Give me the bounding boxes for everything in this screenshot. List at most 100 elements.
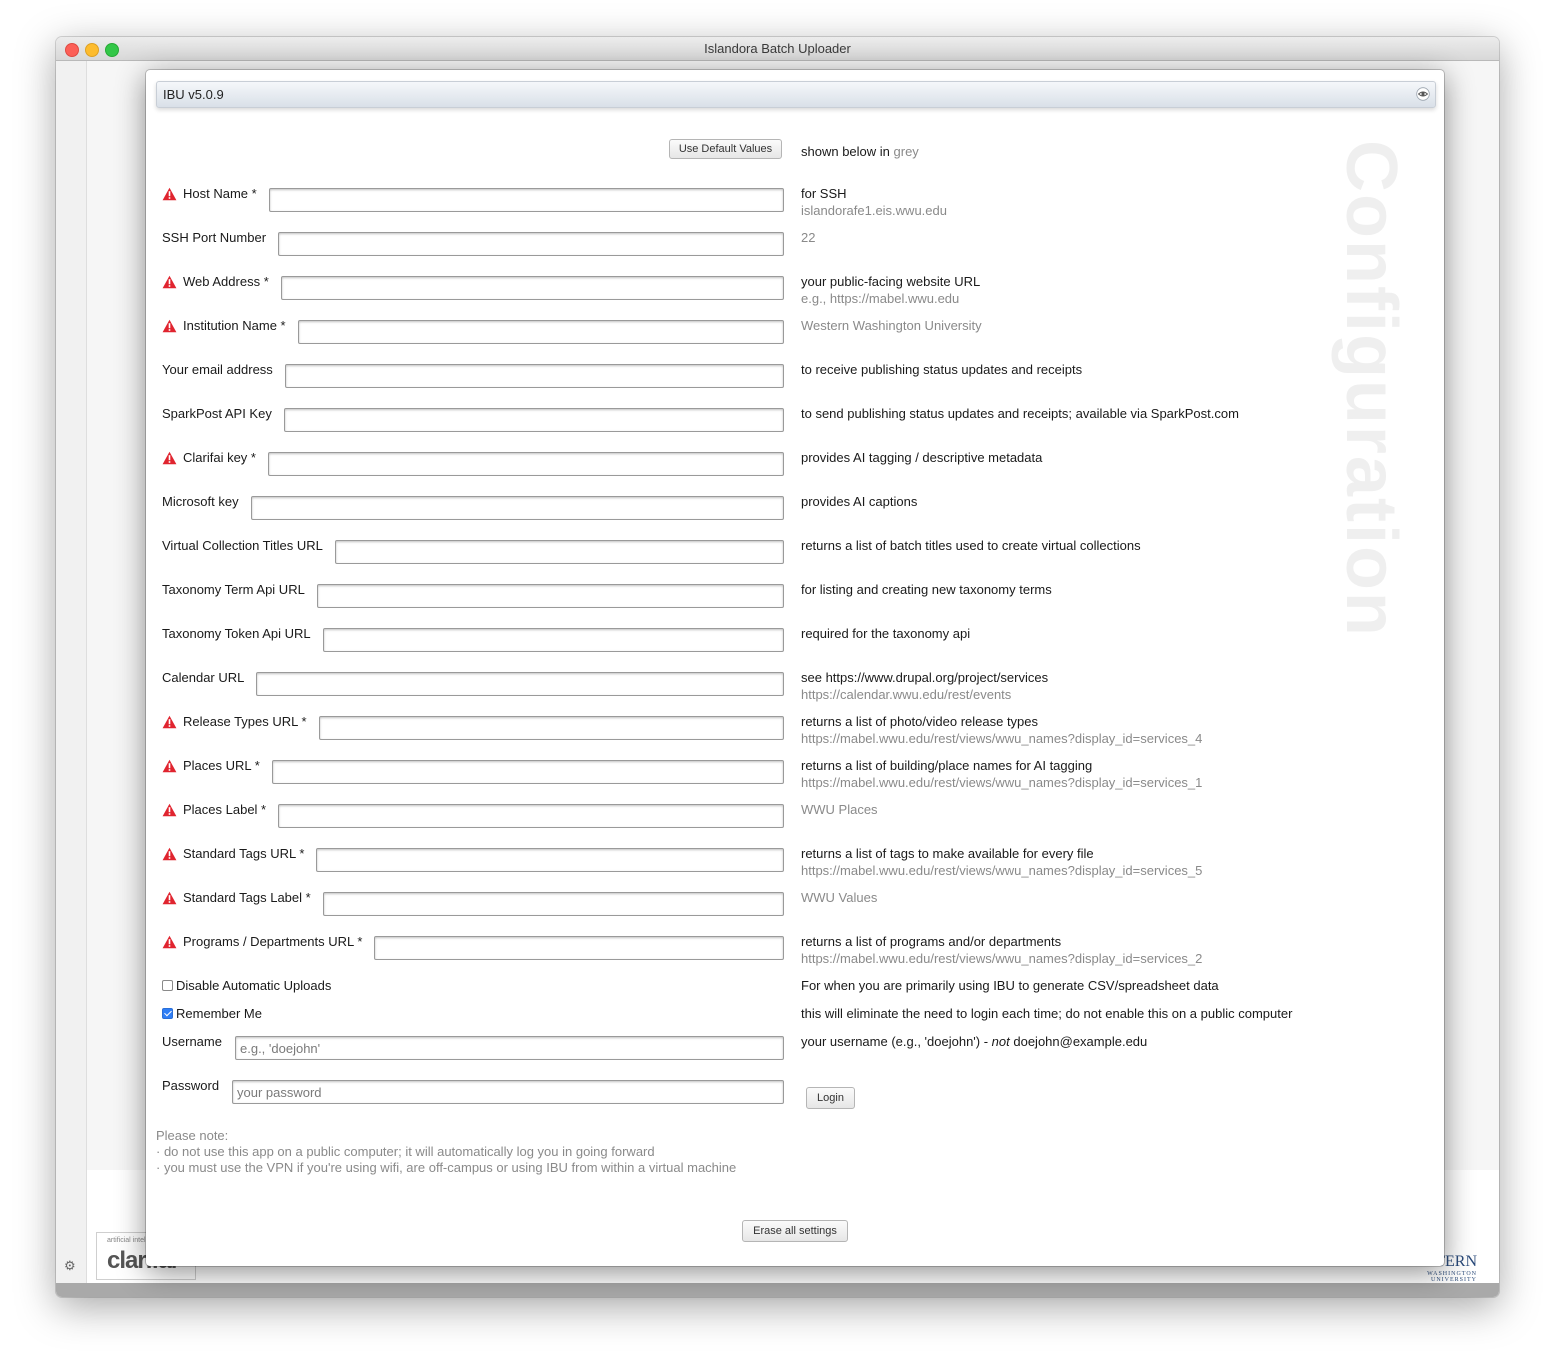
field-row: Places Label * WWU Places — [146, 802, 1444, 846]
field-input[interactable] — [298, 320, 784, 344]
field-input[interactable] — [268, 452, 784, 476]
field-description: WWU Values — [801, 890, 877, 905]
field-input[interactable] — [374, 936, 784, 960]
remember-me-checkbox[interactable] — [162, 1008, 173, 1019]
field-default-value: islandorafe1.eis.wwu.edu — [801, 203, 947, 218]
field-label-text: Taxonomy Term Api URL — [162, 582, 305, 597]
eye-icon[interactable] — [1416, 87, 1430, 101]
note-line-2: · you must use the VPN if you're using w… — [156, 1160, 737, 1175]
field-label: SSH Port Number — [162, 230, 266, 245]
field-input[interactable] — [317, 584, 784, 608]
field-input[interactable] — [323, 628, 784, 652]
field-label: Standard Tags URL * — [162, 846, 304, 861]
field-label-text: Institution Name * — [183, 318, 286, 333]
field-input[interactable] — [323, 892, 784, 916]
field-label: Your email address — [162, 362, 273, 377]
maximize-window-button[interactable] — [105, 43, 119, 57]
remember-me-row[interactable]: Remember Me — [162, 1006, 262, 1021]
field-description: required for the taxonomy api — [801, 626, 970, 641]
field-row: Standard Tags Label * WWU Values — [146, 890, 1444, 934]
field-description-text: for listing and creating new taxonomy te… — [801, 582, 1052, 597]
field-description: Western Washington University — [801, 318, 982, 333]
warning-icon — [162, 319, 177, 332]
field-description: your public-facing website URL e.g., http… — [801, 274, 980, 306]
field-label: Clarifai key * — [162, 450, 256, 465]
username-desc-emphasis: not — [991, 1034, 1010, 1049]
field-row: Institution Name * Western Washington Uni… — [146, 318, 1444, 362]
erase-all-settings-button[interactable]: Erase all settings — [742, 1220, 848, 1242]
field-row: Web Address * your public-facing website … — [146, 274, 1444, 318]
note-title: Please note: — [156, 1128, 229, 1143]
field-input[interactable] — [319, 716, 784, 740]
username-label: Username — [162, 1034, 222, 1049]
login-button[interactable]: Login — [806, 1087, 855, 1109]
minimize-window-button[interactable] — [85, 43, 99, 57]
field-label-text: Taxonomy Token Api URL — [162, 626, 311, 641]
field-description-text: returns a list of programs and/or depart… — [801, 934, 1062, 949]
field-description: provides AI tagging / descriptive metada… — [801, 450, 1042, 465]
field-default-value: Western Washington University — [801, 318, 982, 333]
field-input[interactable] — [335, 540, 784, 564]
password-label: Password — [162, 1078, 220, 1093]
field-label-text: SSH Port Number — [162, 230, 267, 245]
field-input[interactable] — [278, 804, 784, 828]
warning-icon — [162, 187, 177, 200]
warning-icon — [162, 759, 177, 772]
field-description-text: for SSH — [801, 186, 847, 201]
field-default-value: https://mabel.wwu.edu/rest/views/wwu_nam… — [801, 863, 1203, 878]
password-input[interactable] — [232, 1080, 784, 1104]
defaults-hint-text: shown below in — [801, 144, 890, 159]
field-input[interactable] — [316, 848, 784, 872]
field-description-text: your public-facing website URL — [801, 274, 981, 289]
field-description-text: see https://www.drupal.org/project/servi… — [801, 670, 1049, 685]
note-line-1: · do not use this app on a public comput… — [156, 1144, 655, 1159]
field-description-text: returns a list of photo/video release ty… — [801, 714, 1039, 729]
field-label: Taxonomy Term Api URL — [162, 582, 305, 597]
use-default-values-button[interactable]: Use Default Values — [669, 139, 782, 159]
field-description-text: returns a list of building/place names f… — [801, 758, 1093, 773]
left-sidebar: ⚙ — [56, 61, 87, 1297]
field-description: 22 — [801, 230, 815, 245]
field-description-text: returns a list of batch titles used to c… — [801, 538, 1141, 553]
remember-me-desc: this will eliminate the need to login ea… — [801, 1006, 1293, 1021]
field-input[interactable] — [284, 408, 784, 432]
disable-auto-uploads-row[interactable]: Disable Automatic Uploads — [162, 978, 331, 993]
field-description: returns a list of programs and/or depart… — [801, 934, 1202, 966]
field-description-text: to receive publishing status updates and… — [801, 362, 1083, 377]
field-label-text: Standard Tags Label * — [183, 890, 311, 905]
field-default-value: e.g., https://mabel.wwu.edu — [801, 291, 960, 306]
field-row: Taxonomy Token Api URL required for the t… — [146, 626, 1444, 670]
close-window-button[interactable] — [65, 43, 79, 57]
field-default-value: https://mabel.wwu.edu/rest/views/wwu_nam… — [801, 951, 1203, 966]
password-row: Password — [146, 1078, 1444, 1122]
field-label-text: SparkPost API Key — [162, 406, 272, 421]
field-input[interactable] — [285, 364, 784, 388]
field-default-value: WWU Values — [801, 890, 878, 905]
field-label: Host Name * — [162, 186, 257, 201]
field-row: Microsoft key provides AI captions — [146, 494, 1444, 538]
field-label: Calendar URL — [162, 670, 244, 685]
field-input[interactable] — [272, 760, 784, 784]
field-description: to receive publishing status updates and… — [801, 362, 1082, 377]
field-label-text: Microsoft key — [162, 494, 239, 509]
field-input[interactable] — [269, 188, 784, 212]
username-desc-start: your username (e.g., 'doejohn') - — [801, 1034, 992, 1049]
field-label-text: Standard Tags URL * — [183, 846, 305, 861]
panel-header: IBU v5.0.9 — [156, 81, 1436, 108]
field-input[interactable] — [278, 232, 784, 256]
field-label-text: Your email address — [162, 362, 273, 377]
field-input[interactable] — [281, 276, 784, 300]
field-input[interactable] — [251, 496, 784, 520]
window-titlebar[interactable]: Islandora Batch Uploader — [56, 37, 1499, 61]
defaults-hint: shown below in grey — [801, 144, 919, 159]
gear-icon[interactable]: ⚙ — [64, 1259, 78, 1273]
field-label-text: Web Address * — [183, 274, 269, 289]
field-description-text: required for the taxonomy api — [801, 626, 971, 641]
field-input[interactable] — [256, 672, 784, 696]
warning-icon — [162, 847, 177, 860]
username-input[interactable] — [235, 1036, 784, 1060]
field-label-text: Release Types URL * — [183, 714, 307, 729]
field-row: Release Types URL * returns a list of pho… — [146, 714, 1444, 758]
disable-auto-uploads-checkbox[interactable] — [162, 980, 173, 991]
username-row: Username your username (e.g., 'doejohn')… — [146, 1034, 1444, 1078]
